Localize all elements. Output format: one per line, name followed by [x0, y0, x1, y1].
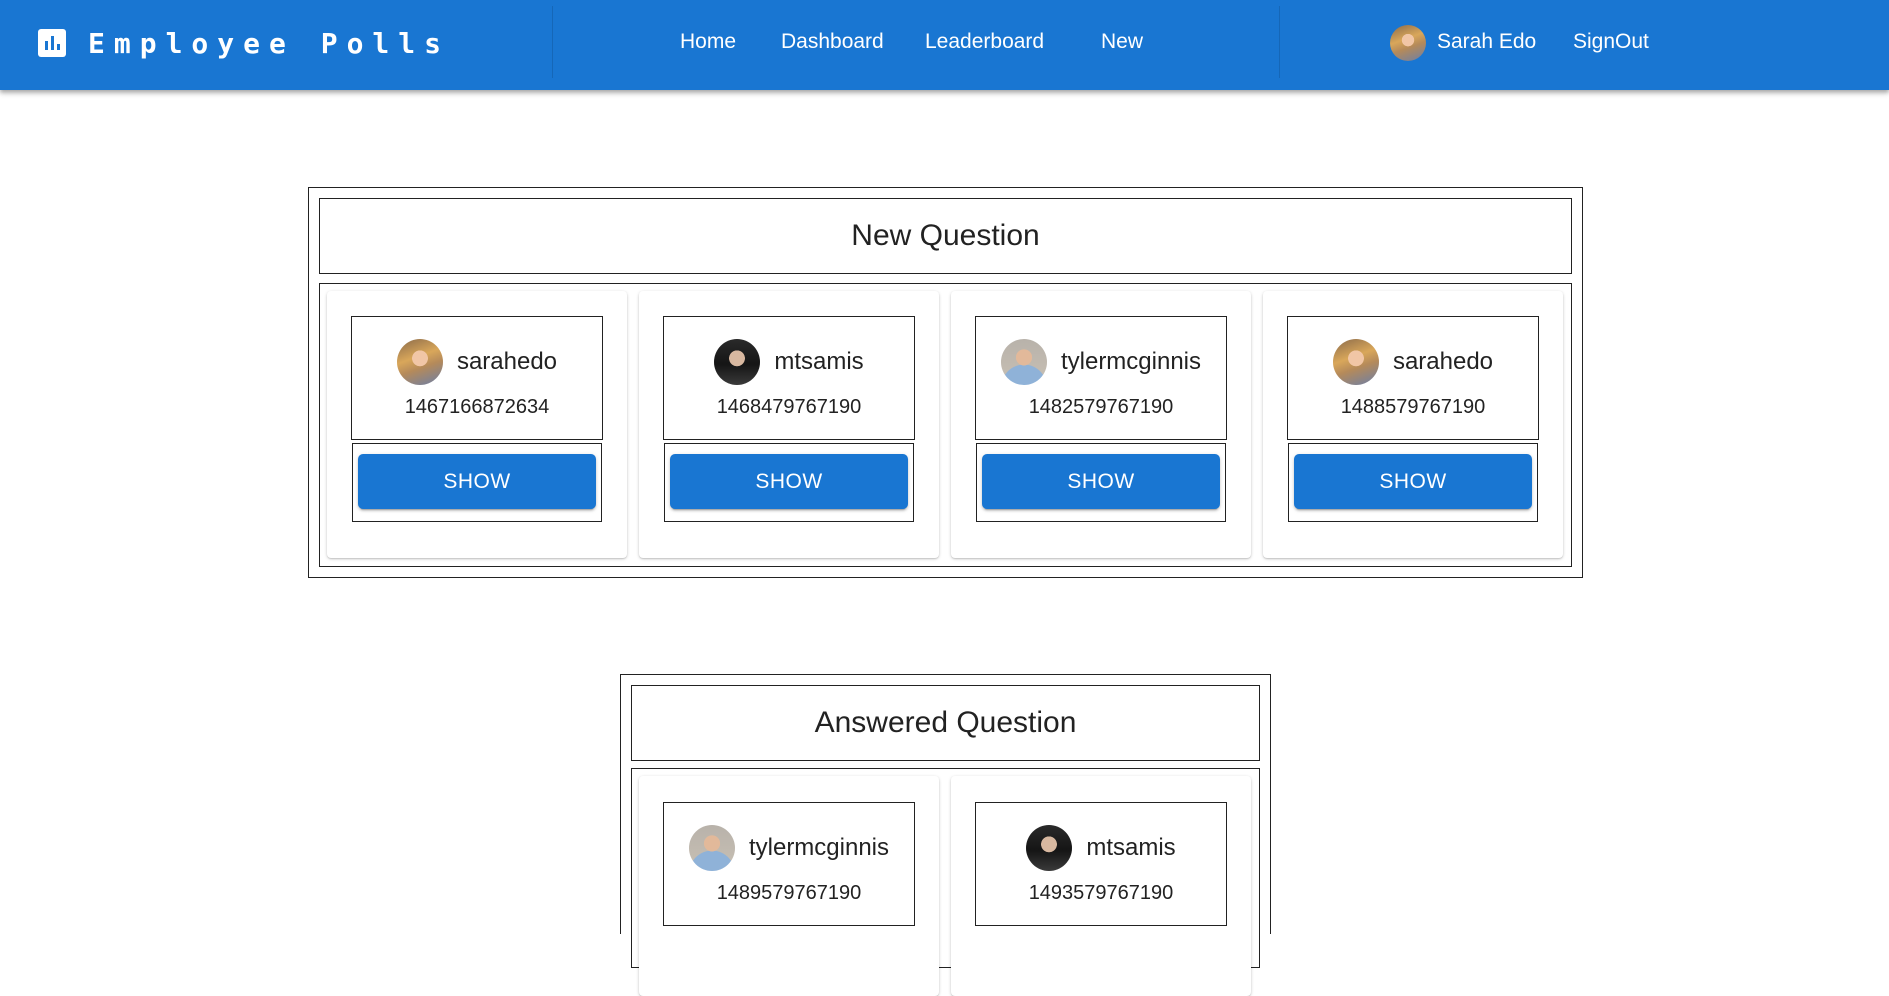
author-name: sarahedo — [1392, 348, 1494, 375]
author-avatar — [396, 339, 443, 385]
question-info: mtsamis 1468479767190 — [663, 316, 915, 440]
signout-button[interactable]: SignOut — [1573, 30, 1649, 54]
question-info: sarahedo 1488579767190 — [1287, 316, 1539, 440]
author-name: sarahedo — [456, 348, 558, 375]
question-timestamp: 1467166872634 — [404, 396, 550, 418]
nav-dashboard[interactable]: Dashboard — [781, 30, 884, 54]
action-box: SHOW — [664, 443, 914, 522]
show-button[interactable]: SHOW — [1294, 454, 1532, 509]
action-box: SHOW — [1288, 443, 1538, 522]
question-card: sarahedo 1467166872634 SHOW — [327, 291, 627, 558]
show-button[interactable]: SHOW — [670, 454, 908, 509]
question-info: tylermcginnis 1489579767190 — [663, 802, 915, 926]
author-avatar — [714, 339, 761, 385]
nav-new[interactable]: New — [1101, 30, 1143, 54]
nav-leaderboard[interactable]: Leaderboard — [925, 30, 1044, 54]
show-button[interactable]: SHOW — [358, 454, 596, 509]
brand-title: Employee Polls — [88, 26, 451, 60]
section-title-text: New Question — [851, 219, 1040, 252]
app-bar: Employee Polls Home Dashboard Leaderboar… — [0, 0, 1889, 90]
section-title-text: Answered Question — [814, 706, 1077, 739]
author-name: tylermcginnis — [1060, 348, 1202, 375]
user-name: Sarah Edo — [1437, 30, 1537, 53]
action-box: SHOW — [976, 443, 1226, 522]
question-info: mtsamis 1493579767190 — [975, 802, 1227, 926]
question-card: mtsamis 1493579767190 — [951, 776, 1251, 996]
section-title: Answered Question — [631, 685, 1260, 761]
question-card: tylermcginnis 1482579767190 SHOW — [951, 291, 1251, 558]
nav-divider — [552, 6, 553, 78]
action-box: SHOW — [352, 443, 602, 522]
user-avatar — [1390, 25, 1426, 61]
author-name: tylermcginnis — [748, 834, 890, 861]
question-list: tylermcginnis 1489579767190 mtsamis 1493… — [631, 768, 1260, 996]
question-list: sarahedo 1467166872634 SHOW mtsamis 1468… — [319, 283, 1572, 567]
new-questions-section: New Question sarahedo 1467166872634 SHOW… — [308, 187, 1583, 578]
show-button[interactable]: SHOW — [982, 454, 1220, 509]
author-avatar — [688, 825, 735, 871]
question-timestamp: 1468479767190 — [716, 396, 862, 418]
question-timestamp: 1482579767190 — [1028, 396, 1174, 418]
poll-chart-icon — [38, 29, 66, 57]
author-avatar — [1026, 825, 1073, 871]
author-avatar — [1332, 339, 1379, 385]
question-info: tylermcginnis 1482579767190 — [975, 316, 1227, 440]
author-avatar — [1000, 339, 1047, 385]
question-timestamp: 1488579767190 — [1340, 396, 1486, 418]
question-timestamp: 1493579767190 — [1028, 882, 1174, 904]
question-card: sarahedo 1488579767190 SHOW — [1263, 291, 1563, 558]
question-card: tylermcginnis 1489579767190 — [639, 776, 939, 996]
question-info: sarahedo 1467166872634 — [351, 316, 603, 440]
nav-home[interactable]: Home — [680, 30, 736, 54]
answered-questions-section: Answered Question tylermcginnis 14895797… — [620, 674, 1271, 996]
question-card: mtsamis 1468479767190 SHOW — [639, 291, 939, 558]
brand[interactable]: Employee Polls — [38, 26, 451, 60]
author-name: mtsamis — [1086, 834, 1176, 861]
author-name: mtsamis — [774, 348, 864, 375]
nav-divider — [1279, 6, 1280, 78]
question-timestamp: 1489579767190 — [716, 882, 862, 904]
section-title: New Question — [319, 198, 1572, 274]
